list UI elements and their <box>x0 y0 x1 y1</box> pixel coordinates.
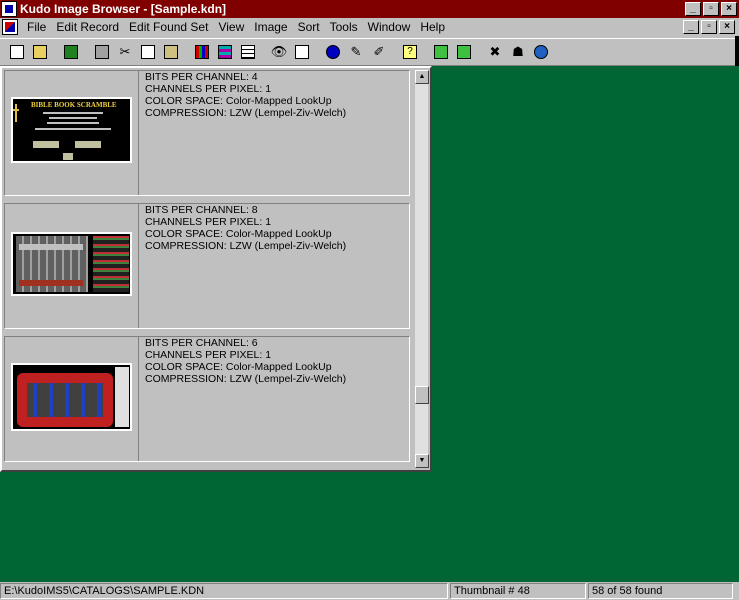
channels-per-pixel: CHANNELS PER PIXEL: 1 <box>145 216 272 228</box>
bits-per-channel: BITS PER CHANNEL: 6 <box>145 337 258 349</box>
select-some-icon[interactable] <box>453 41 475 63</box>
compression: COMPRESSION: LZW (Lempel-Ziv-Welch) <box>145 107 347 119</box>
document-icon[interactable] <box>2 19 18 35</box>
grid-view-icon[interactable] <box>191 41 213 63</box>
window-title: Kudo Image Browser - [Sample.kdn] <box>20 2 227 16</box>
tools-icon[interactable]: ✖ <box>484 41 506 63</box>
close-button[interactable]: × <box>721 2 737 16</box>
bits-per-channel: BITS PER CHANNEL: 4 <box>145 71 258 83</box>
menu-edit-record[interactable]: Edit Record <box>51 20 124 34</box>
thumbnail-title: BIBLE BOOK SCRAMBLE <box>31 101 117 109</box>
layers-icon[interactable] <box>291 41 313 63</box>
color-space: COLOR SPACE: Color-Mapped LookUp <box>145 95 332 107</box>
print-icon[interactable] <box>91 41 113 63</box>
color-space: COLOR SPACE: Color-Mapped LookUp <box>145 228 332 240</box>
thumbnail-image[interactable]: BIBLE BOOK SCRAMBLE <box>11 97 132 163</box>
compression: COMPRESSION: LZW (Lempel-Ziv-Welch) <box>145 373 347 385</box>
edit-pencil-icon[interactable]: ✎ <box>345 41 367 63</box>
menu-file[interactable]: File <box>22 20 51 34</box>
list-view-icon[interactable] <box>237 41 259 63</box>
scroll-down-arrow-icon[interactable]: ▼ <box>415 454 429 468</box>
catalog-window: BIBLE BOOK SCRAMBLE BITS PER CHANNEL: 4 … <box>0 66 432 472</box>
thumbnail-view-icon[interactable] <box>214 41 236 63</box>
record-row[interactable]: BITS PER CHANNEL: 6 CHANNELS PER PIXEL: … <box>4 336 410 462</box>
doc-minimize-button[interactable]: _ <box>683 20 699 34</box>
select-all-icon[interactable] <box>430 41 452 63</box>
bits-per-channel: BITS PER CHANNEL: 8 <box>145 204 258 216</box>
menu-bar: File Edit Record Edit Found Set View Ima… <box>0 18 739 36</box>
menu-help[interactable]: Help <box>415 20 450 34</box>
thumbnail-cell: BIBLE BOOK SCRAMBLE <box>5 71 139 195</box>
record-info: BITS PER CHANNEL: 8 CHANNELS PER PIXEL: … <box>145 204 346 252</box>
doc-restore-button[interactable]: ▫ <box>701 20 717 34</box>
menu-image[interactable]: Image <box>249 20 292 34</box>
minimize-button[interactable]: _ <box>685 2 701 16</box>
thumbnail-image[interactable] <box>11 232 132 296</box>
annotate-icon[interactable]: ✐ <box>368 41 390 63</box>
import-icon[interactable] <box>60 41 82 63</box>
paste-icon[interactable] <box>160 41 182 63</box>
menu-view[interactable]: View <box>213 20 249 34</box>
record-info: BITS PER CHANNEL: 4 CHANNELS PER PIXEL: … <box>145 71 346 119</box>
restore-button[interactable]: ▫ <box>703 2 719 16</box>
record-row[interactable]: BIBLE BOOK SCRAMBLE BITS PER CHANNEL: 4 … <box>4 70 410 196</box>
info-icon[interactable] <box>322 41 344 63</box>
channels-per-pixel: CHANNELS PER PIXEL: 1 <box>145 83 272 95</box>
status-found-count: 58 of 58 found <box>588 583 733 599</box>
vertical-scrollbar[interactable]: ▲ ▼ <box>414 70 429 468</box>
eye-icon[interactable]: 👁 <box>268 41 290 63</box>
status-path: E:\KudoIMS5\CATALOGS\SAMPLE.KDN <box>0 583 448 599</box>
compression: COMPRESSION: LZW (Lempel-Ziv-Welch) <box>145 240 347 252</box>
copy-icon[interactable] <box>137 41 159 63</box>
scroll-up-arrow-icon[interactable]: ▲ <box>415 70 429 84</box>
toolbar: ✂ 👁 ✎ ✐ ? ✖ ☗ <box>0 38 739 66</box>
menu-sort[interactable]: Sort <box>293 20 325 34</box>
thumbnail-cell <box>5 337 139 461</box>
scroll-thumb[interactable] <box>415 386 429 404</box>
status-bar: E:\KudoIMS5\CATALOGS\SAMPLE.KDN Thumbnai… <box>0 582 739 600</box>
doc-close-button[interactable]: × <box>719 20 735 34</box>
title-bar: Kudo Image Browser - [Sample.kdn] _ ▫ × <box>0 0 739 18</box>
web-globe-icon[interactable] <box>530 41 552 63</box>
thumbnail-image[interactable] <box>11 363 132 431</box>
workspace: BIBLE BOOK SCRAMBLE BITS PER CHANNEL: 4 … <box>0 66 739 582</box>
menu-window[interactable]: Window <box>363 20 416 34</box>
cut-icon[interactable]: ✂ <box>114 41 136 63</box>
thumbnail-cell <box>5 204 139 328</box>
window-edge <box>735 36 739 66</box>
status-thumbnail: Thumbnail # 48 <box>450 583 586 599</box>
channels-per-pixel: CHANNELS PER PIXEL: 1 <box>145 349 272 361</box>
record-info: BITS PER CHANNEL: 6 CHANNELS PER PIXEL: … <box>145 337 346 385</box>
help-icon[interactable]: ? <box>399 41 421 63</box>
record-row[interactable]: BITS PER CHANNEL: 8 CHANNELS PER PIXEL: … <box>4 203 410 329</box>
find-icon[interactable]: ☗ <box>507 41 529 63</box>
app-icon[interactable] <box>1 1 17 17</box>
open-folder-icon[interactable] <box>29 41 51 63</box>
color-space: COLOR SPACE: Color-Mapped LookUp <box>145 361 332 373</box>
menu-tools[interactable]: Tools <box>325 20 363 34</box>
new-icon[interactable] <box>6 41 28 63</box>
menu-edit-found-set[interactable]: Edit Found Set <box>124 20 213 34</box>
